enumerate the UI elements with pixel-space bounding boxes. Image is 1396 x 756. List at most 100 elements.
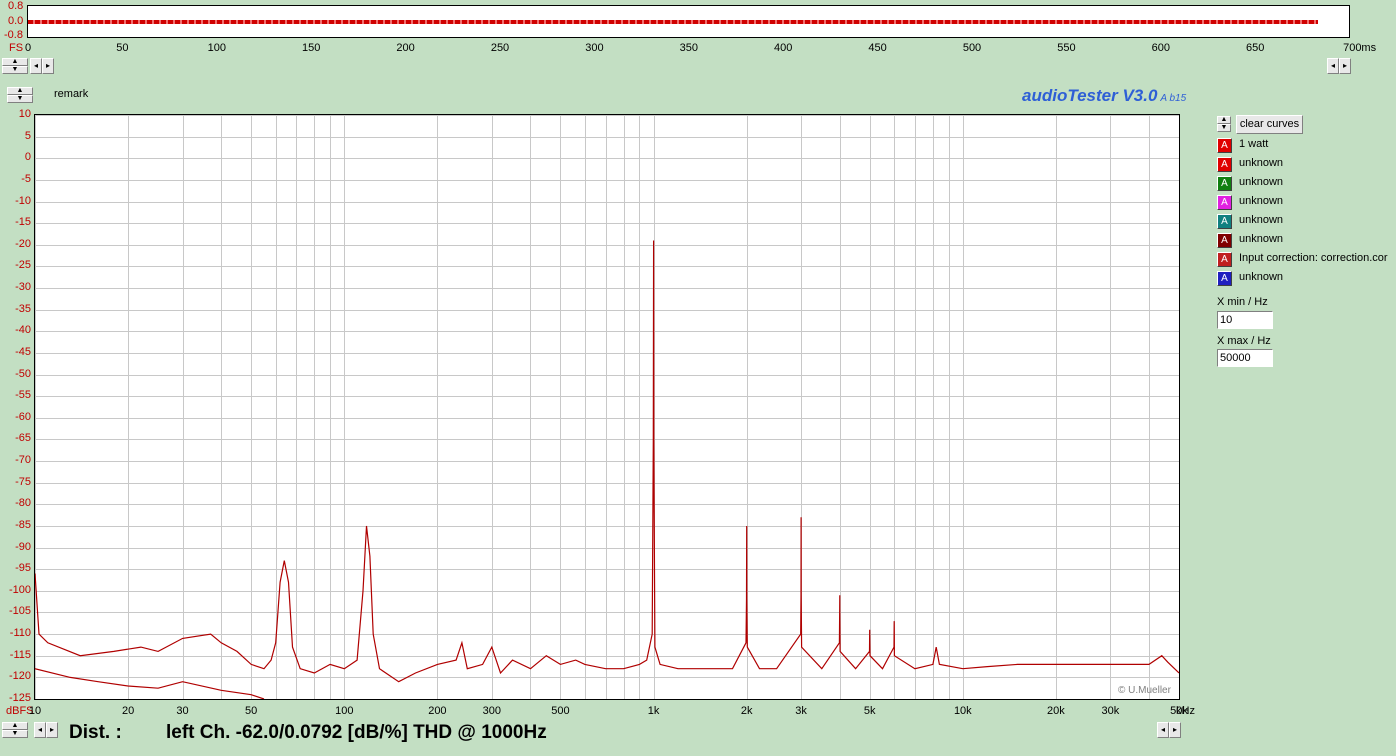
- top-x-tick-label: 350: [679, 42, 698, 54]
- y-tick-label: -25: [15, 259, 31, 272]
- y-tick-label: 5: [24, 129, 31, 142]
- x-tick-label: 3k: [795, 705, 807, 717]
- legend-item-label: unknown: [1239, 233, 1284, 245]
- legend-item-label: unknown: [1239, 157, 1284, 169]
- app-version: A b15: [1160, 93, 1187, 104]
- xmin-input[interactable]: 10: [1217, 311, 1273, 329]
- x-tick-label: 20: [121, 705, 135, 717]
- remark-spinner[interactable]: ▲ ▼: [7, 87, 33, 103]
- x-unit-label: kHz: [1176, 705, 1195, 717]
- top-y-label-max: 0.8: [8, 0, 24, 12]
- y-tick-label: -80: [15, 497, 31, 510]
- xmax-input[interactable]: 50000: [1217, 349, 1273, 367]
- top-x-tick-label: 50: [116, 42, 129, 54]
- spin-up-icon[interactable]: ▲: [2, 722, 28, 730]
- time-domain-trace: [28, 20, 1318, 24]
- spin-up-icon[interactable]: ▲: [1217, 116, 1231, 124]
- y-tick-label: -30: [15, 281, 31, 294]
- y-tick-label: -100: [8, 583, 31, 596]
- top-right-scroll-left-button[interactable]: ◂: [1327, 58, 1339, 74]
- top-x-tick-label: 450: [868, 42, 887, 54]
- y-tick-label: -120: [8, 670, 31, 683]
- curve-spinner[interactable]: ▲ ▼: [1217, 116, 1231, 132]
- spin-up-icon[interactable]: ▲: [2, 58, 28, 66]
- top-y-label-min: -0.8: [4, 29, 23, 41]
- legend-item-label: unknown: [1239, 176, 1284, 188]
- curve-color-swatch[interactable]: A: [1217, 176, 1232, 191]
- y-tick-label: 0: [24, 151, 31, 164]
- top-right-scroll-right-button[interactable]: ▸: [1339, 58, 1351, 74]
- distortion-result: left Ch. -62.0/0.0792 [dB/%] THD @ 1000H…: [166, 722, 547, 743]
- legend-item-label: unknown: [1239, 214, 1284, 226]
- curve-color-swatch[interactable]: A: [1217, 195, 1232, 210]
- time-domain-scope: [27, 5, 1350, 38]
- y-tick-label: -75: [15, 475, 31, 488]
- top-scroll-left-button[interactable]: ◂: [30, 58, 42, 74]
- y-tick-label: -90: [15, 540, 31, 553]
- spin-down-icon[interactable]: ▼: [1217, 124, 1231, 132]
- y-tick-label: -110: [9, 627, 31, 640]
- y-tick-label: -95: [15, 562, 31, 575]
- bottom-right-scroll-right-button[interactable]: ▸: [1169, 722, 1181, 738]
- xmax-label: X max / Hz: [1217, 335, 1271, 347]
- y-tick-label: -5: [21, 172, 31, 185]
- top-x-tick-label: 200: [396, 42, 415, 54]
- curve-color-swatch[interactable]: A: [1217, 271, 1232, 286]
- top-x-tick-label: 300: [585, 42, 604, 54]
- top-x-tick-label: 700ms: [1343, 42, 1377, 54]
- x-tick-label: 200: [428, 705, 447, 717]
- spin-down-icon[interactable]: ▼: [2, 66, 28, 74]
- spin-up-icon[interactable]: ▲: [7, 87, 33, 95]
- remark-label: remark: [54, 88, 89, 100]
- y-tick-label: -105: [8, 605, 31, 618]
- top-x-tick-label: 0: [24, 42, 32, 54]
- top-y-label-mid: 0.0: [8, 15, 24, 27]
- x-tick-label: 500: [551, 705, 570, 717]
- top-x-tick-label: 400: [774, 42, 793, 54]
- spin-down-icon[interactable]: ▼: [7, 95, 33, 103]
- top-fs-label: FS: [9, 42, 24, 54]
- curve-color-swatch[interactable]: A: [1217, 214, 1232, 229]
- x-tick-label: 30: [176, 705, 189, 717]
- top-x-tick-label: 600: [1151, 42, 1170, 54]
- y-tick-label: -115: [9, 648, 31, 661]
- y-tick-label: -125: [8, 692, 31, 704]
- clear-curves-button[interactable]: clear curves: [1236, 115, 1303, 134]
- top-x-tick-label: 100: [207, 42, 226, 54]
- legend-item-label: unknown: [1239, 271, 1284, 283]
- bottom-scroll-right-button[interactable]: ▸: [46, 722, 58, 738]
- top-scope-spinner[interactable]: ▲ ▼: [2, 58, 28, 74]
- xmin-label: X min / Hz: [1217, 296, 1268, 308]
- x-tick-label: 2k: [740, 705, 753, 717]
- y-tick-label: 10: [18, 108, 31, 120]
- top-x-tick-label: 500: [962, 42, 982, 54]
- top-x-tick-label: 250: [490, 42, 510, 54]
- x-tick-label: 10: [28, 705, 42, 717]
- bottom-spinner[interactable]: ▲ ▼: [2, 722, 28, 738]
- curve-color-swatch[interactable]: A: [1217, 252, 1232, 267]
- top-x-tick-label: 650: [1246, 42, 1265, 54]
- y-tick-label: -85: [15, 518, 31, 531]
- x-tick-label: 20k: [1047, 705, 1065, 717]
- spectrum-series-line: [35, 668, 265, 699]
- y-tick-label: -55: [15, 389, 31, 402]
- app-title-text: audioTester V3.0: [1022, 86, 1158, 105]
- x-tick-label: 100: [335, 705, 354, 717]
- spin-down-icon[interactable]: ▼: [2, 730, 28, 738]
- bottom-scroll-left-button[interactable]: ◂: [34, 722, 46, 738]
- legend-item-label: Input correction: correction.cor: [1239, 252, 1388, 264]
- x-tick-label: 5k: [863, 705, 876, 717]
- y-tick-label: -35: [15, 302, 31, 315]
- y-tick-label: -45: [15, 345, 31, 358]
- top-x-tick-label: 150: [302, 42, 321, 54]
- curve-color-swatch[interactable]: A: [1217, 157, 1232, 172]
- copyright-text: © U.Mueller: [1118, 685, 1171, 696]
- x-tick-label: 10k: [953, 705, 972, 717]
- curve-color-swatch[interactable]: A: [1217, 233, 1232, 248]
- y-tick-label: -60: [15, 410, 31, 423]
- top-scroll-right-button[interactable]: ▸: [42, 58, 54, 74]
- app-title: audioTester V3.0 A b15: [1022, 86, 1186, 106]
- curve-color-swatch[interactable]: A: [1217, 138, 1232, 153]
- bottom-right-scroll-left-button[interactable]: ◂: [1157, 722, 1169, 738]
- legend-item-label: unknown: [1239, 195, 1284, 207]
